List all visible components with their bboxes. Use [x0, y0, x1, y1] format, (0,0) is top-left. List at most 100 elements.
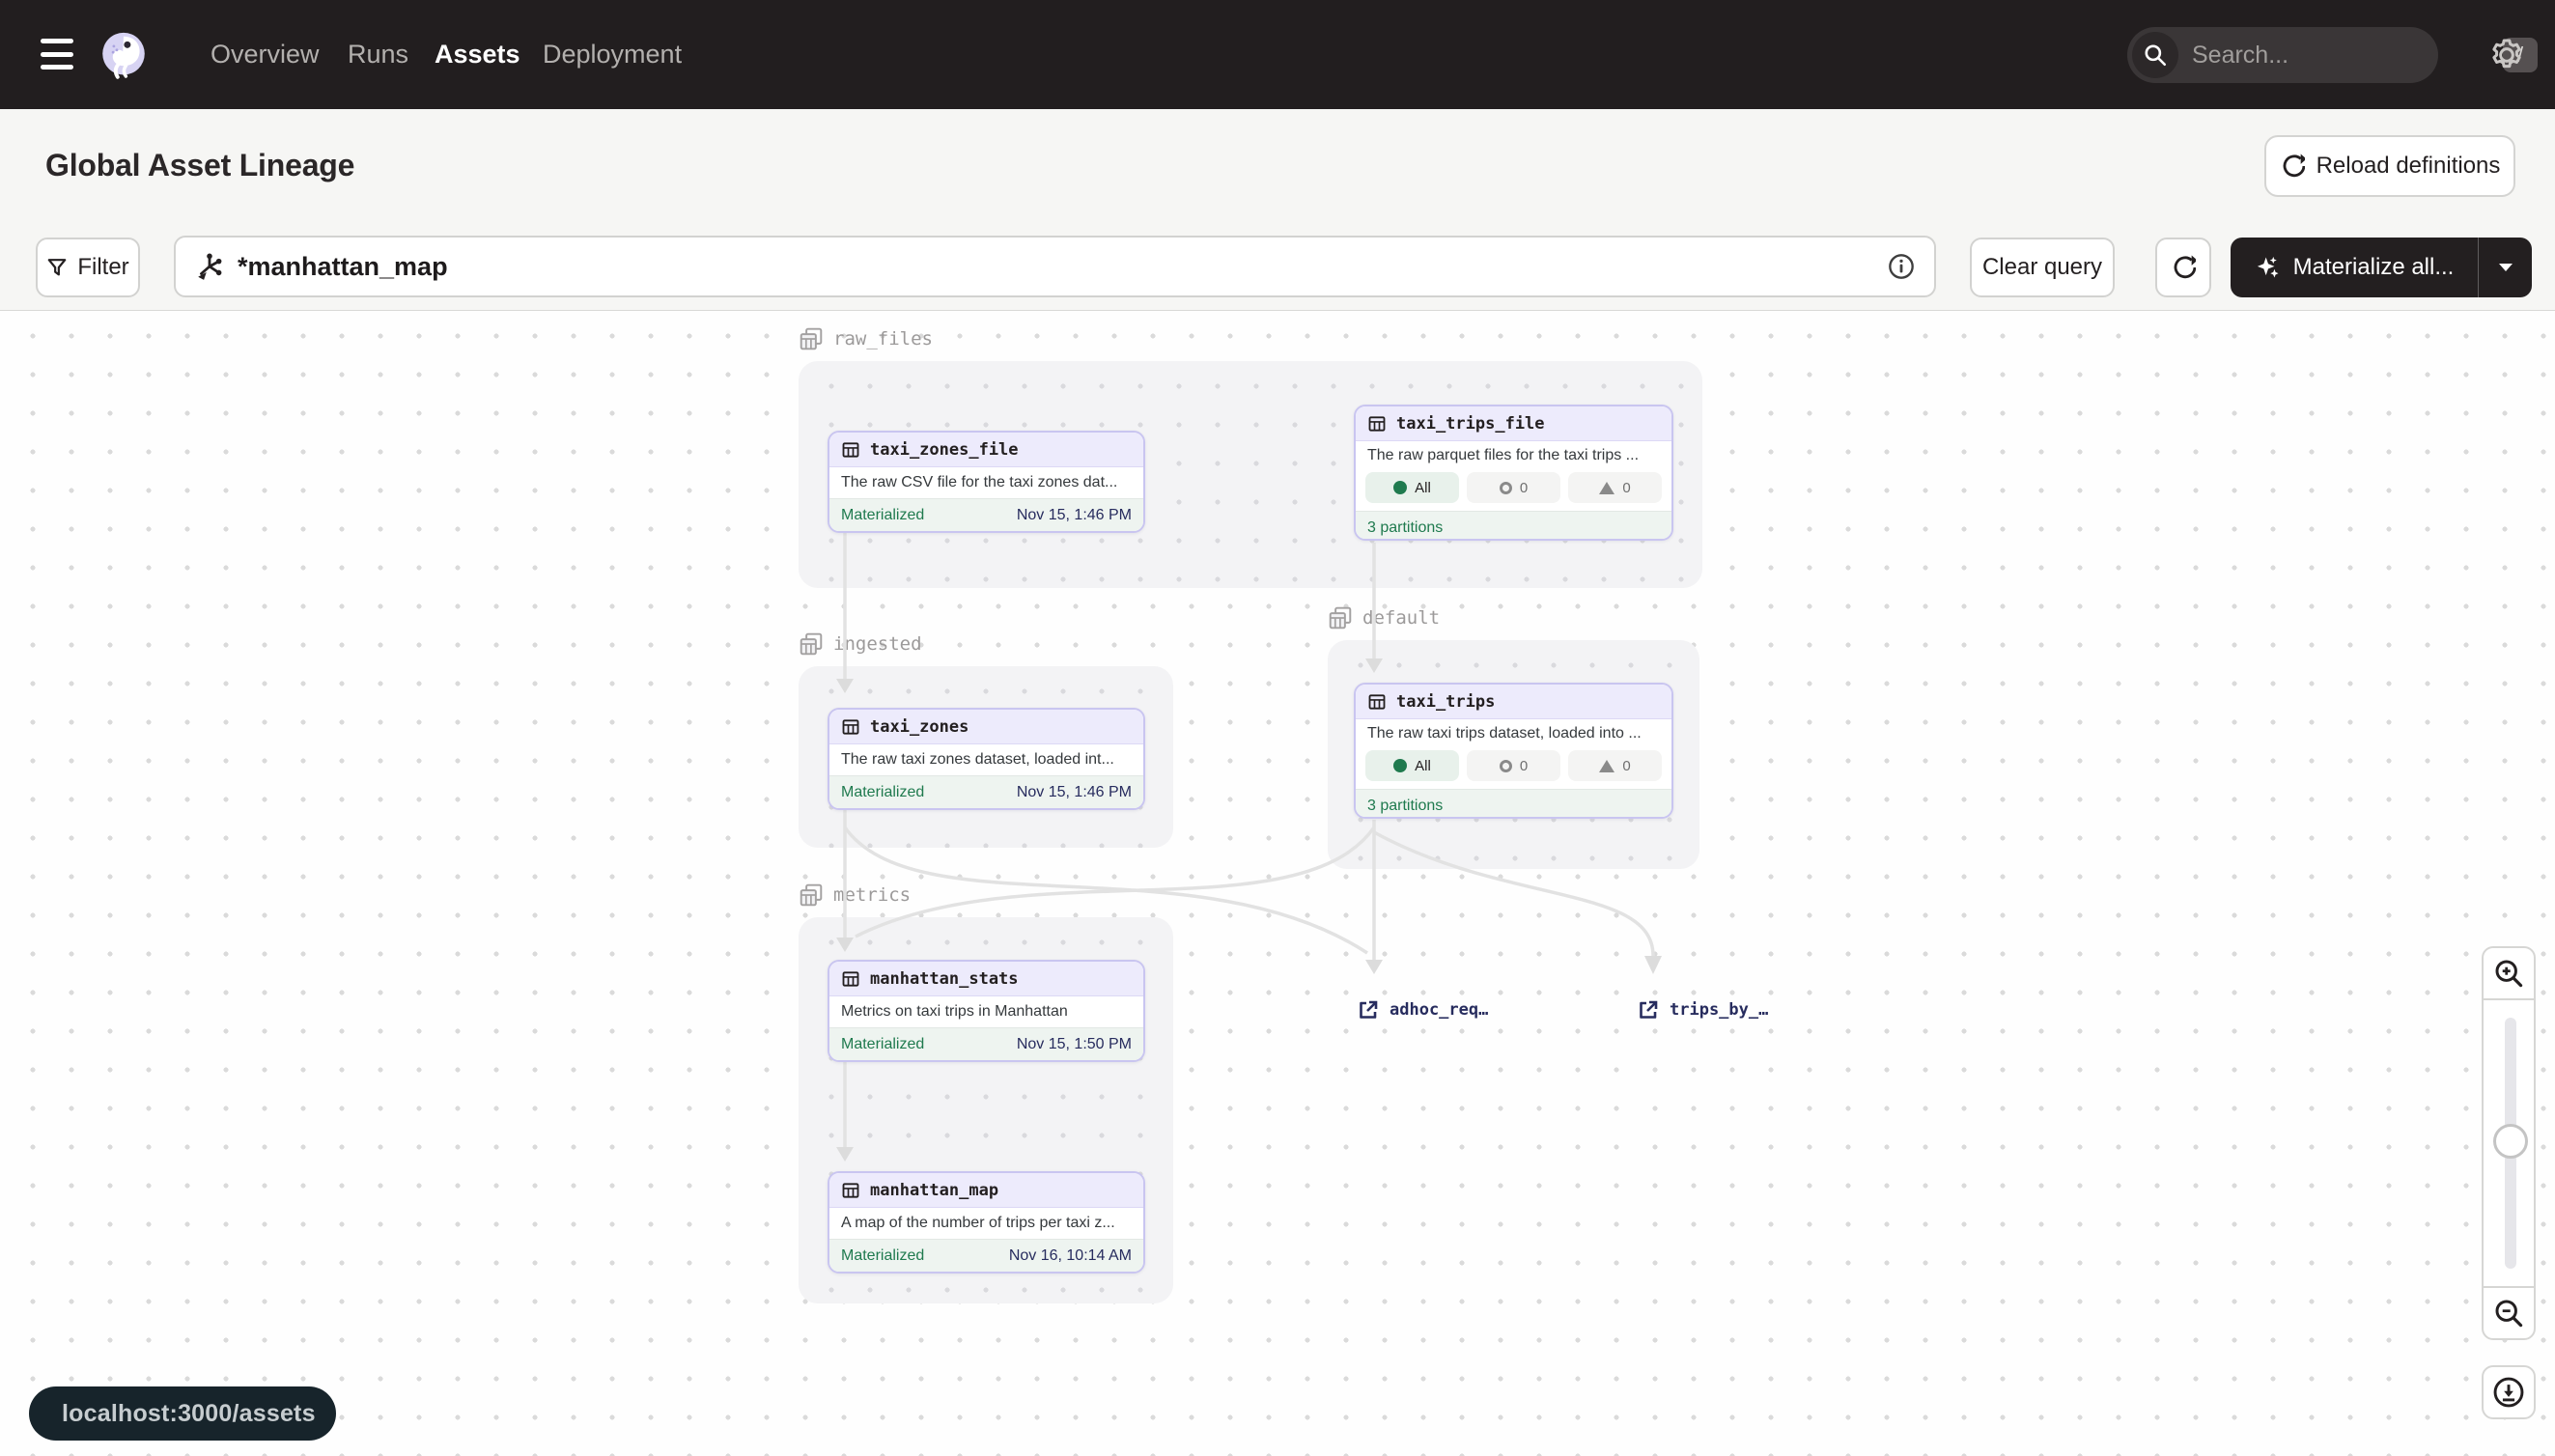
download-graph-button[interactable]: [2482, 1365, 2536, 1419]
success-dot-icon: [1393, 481, 1407, 494]
failed-triangle-icon: [1599, 482, 1614, 494]
asset-node-taxi-trips-file[interactable]: taxi_trips_file The raw parquet files fo…: [1354, 405, 1673, 541]
materialized-timestamp: Nov 16, 10:14 AM: [1009, 1247, 1132, 1265]
asset-description: The raw taxi zones dataset, loaded int..…: [829, 744, 1143, 775]
success-dot-icon: [1393, 759, 1407, 772]
table-icon: [841, 969, 860, 989]
group-label-metrics[interactable]: metrics: [799, 881, 911, 910]
materialized-status: Materialized: [841, 784, 924, 801]
materialize-all-main[interactable]: Materialize all...: [2231, 238, 2478, 297]
group-tables-icon: [799, 631, 824, 657]
asset-node-taxi-trips[interactable]: taxi_trips The raw taxi trips dataset, l…: [1354, 683, 1673, 819]
asset-title: taxi_zones: [870, 717, 969, 737]
asset-footer: Materialized Nov 16, 10:14 AM: [829, 1239, 1143, 1272]
materialized-status: Materialized: [841, 507, 924, 524]
zoom-slider-handle[interactable]: [2493, 1124, 2528, 1159]
zoom-in-button[interactable]: [2482, 946, 2536, 1000]
external-asset-link-trips-by[interactable]: trips_by_…: [1637, 998, 1768, 1022]
partitions-missing-pill[interactable]: 0: [1467, 750, 1560, 781]
materialized-status: Materialized: [841, 1036, 924, 1053]
url-text: localhost:3000/assets: [62, 1400, 316, 1428]
partition-health-pills: All 0 0: [1356, 748, 1671, 789]
zoom-out-button[interactable]: [2482, 1286, 2536, 1340]
external-link-icon: [1357, 998, 1380, 1022]
asset-node-header: taxi_trips: [1356, 685, 1671, 719]
refresh-query-button[interactable]: [2155, 238, 2211, 297]
asset-title: taxi_zones_file: [870, 440, 1019, 460]
partitions-failed-pill[interactable]: 0: [1568, 472, 1662, 503]
page-header: Global Asset Lineage Reload definitions: [0, 109, 2555, 222]
group-tables-icon: [799, 882, 824, 908]
asset-node-header: taxi_trips_file: [1356, 406, 1671, 441]
partitions-all-pill[interactable]: All: [1365, 472, 1459, 503]
asset-description: The raw CSV file for the taxi zones dat.…: [829, 467, 1143, 498]
group-label-raw-files[interactable]: raw_files: [799, 324, 933, 353]
asset-footer: Materialized Nov 15, 1:46 PM: [829, 775, 1143, 808]
chevron-down-icon: [2497, 262, 2514, 273]
nav-assets[interactable]: Assets: [435, 0, 520, 109]
partitions-missing-pill[interactable]: 0: [1467, 472, 1560, 503]
asset-node-manhattan-stats[interactable]: manhattan_stats Metrics on taxi trips in…: [828, 960, 1145, 1062]
info-icon[interactable]: [1888, 253, 1915, 280]
clear-query-button[interactable]: Clear query: [1970, 238, 2115, 297]
filter-button[interactable]: Filter: [36, 238, 140, 297]
group-label-ingested[interactable]: ingested: [799, 630, 922, 658]
materialize-dropdown-caret[interactable]: [2478, 238, 2532, 297]
asset-description: The raw taxi trips dataset, loaded into …: [1356, 719, 1671, 748]
failed-triangle-icon: [1599, 760, 1614, 772]
group-tables-icon: [799, 326, 824, 351]
partitions-all-pill[interactable]: All: [1365, 750, 1459, 781]
nav-overview[interactable]: Overview: [211, 0, 320, 109]
menu-icon[interactable]: [41, 39, 73, 70]
settings-gear-icon[interactable]: [2487, 36, 2526, 74]
asset-node-taxi-zones-file[interactable]: taxi_zones_file The raw CSV file for the…: [828, 431, 1145, 533]
external-asset-link-adhoc-request[interactable]: adhoc_req…: [1357, 998, 1488, 1022]
partitions-failed-pill[interactable]: 0: [1568, 750, 1662, 781]
search-input[interactable]: [2192, 42, 2503, 70]
group-label-default[interactable]: default: [1328, 603, 1440, 632]
zoom-slider[interactable]: [2482, 1000, 2536, 1286]
asset-footer: Materialized Nov 15, 1:46 PM: [829, 498, 1143, 531]
nav-deployment[interactable]: Deployment: [543, 0, 682, 109]
refresh-icon: [2280, 154, 2305, 179]
sparkle-icon: [2255, 254, 2282, 281]
asset-description: A map of the number of trips per taxi z.…: [829, 1208, 1143, 1239]
missing-ring-icon: [1500, 760, 1512, 772]
table-icon: [841, 717, 860, 737]
asset-node-header: taxi_zones: [829, 710, 1143, 744]
asset-node-header: taxi_zones_file: [829, 433, 1143, 467]
search-icon: [2132, 32, 2178, 78]
nav-runs[interactable]: Runs: [348, 0, 408, 109]
asset-node-header: manhattan_stats: [829, 962, 1143, 996]
dagster-logo[interactable]: [97, 29, 151, 83]
refresh-icon: [2171, 255, 2196, 280]
table-icon: [841, 1181, 860, 1200]
asset-query-input[interactable]: [174, 236, 1936, 297]
asset-description: Metrics on taxi trips in Manhattan: [829, 996, 1143, 1027]
query-value[interactable]: [238, 252, 1888, 282]
asset-node-manhattan-map[interactable]: manhattan_map A map of the number of tri…: [828, 1171, 1145, 1274]
asset-graph-icon: [195, 252, 224, 281]
materialized-timestamp: Nov 15, 1:46 PM: [1017, 784, 1132, 801]
zoom-in-icon: [2493, 958, 2524, 989]
global-search[interactable]: /: [2127, 27, 2438, 83]
materialize-all-button[interactable]: Materialize all...: [2231, 238, 2532, 297]
page-title: Global Asset Lineage: [45, 148, 354, 183]
table-icon: [1367, 692, 1387, 712]
partition-health-pills: All 0 0: [1356, 470, 1671, 511]
partitions-count: 3 partitions: [1367, 519, 1443, 537]
materialized-timestamp: Nov 15, 1:46 PM: [1017, 507, 1132, 524]
table-icon: [841, 440, 860, 460]
reload-definitions-button[interactable]: Reload definitions: [2264, 135, 2515, 197]
asset-description: The raw parquet files for the taxi trips…: [1356, 441, 1671, 470]
asset-node-taxi-zones[interactable]: taxi_zones The raw taxi zones dataset, l…: [828, 708, 1145, 810]
lineage-toolbar: Filter Clear query: [0, 222, 2555, 311]
lineage-canvas[interactable]: raw_files ingested default metrics: [0, 311, 2555, 1456]
browser-url-overlay: localhost:3000/assets: [29, 1386, 336, 1441]
funnel-icon: [46, 257, 68, 278]
materialized-status: Materialized: [841, 1247, 924, 1265]
asset-title: manhattan_stats: [870, 969, 1019, 989]
top-nav: Overview Runs Assets Deployment /: [0, 0, 2555, 109]
external-link-icon: [1637, 998, 1660, 1022]
table-icon: [1367, 414, 1387, 434]
